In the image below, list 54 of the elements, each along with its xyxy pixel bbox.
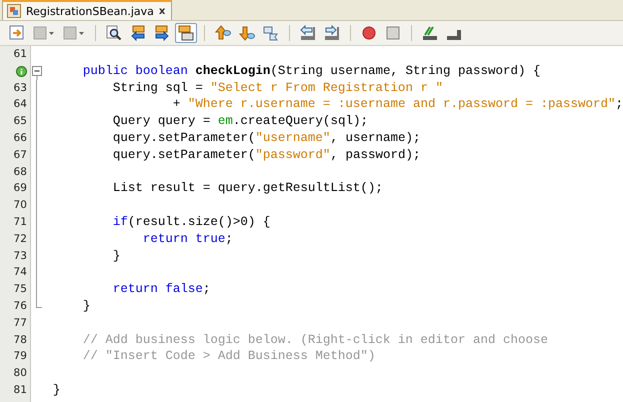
line-number: 78 <box>12 332 28 348</box>
line-number: 76 <box>12 298 28 314</box>
search-icon <box>106 25 122 41</box>
left-arrow-icon <box>130 25 146 41</box>
line-number: 64 <box>12 97 28 112</box>
annotation-icon[interactable] <box>16 66 27 77</box>
shift-left-icon <box>300 25 316 41</box>
java-file-icon <box>7 4 21 18</box>
code-line: query.setParameter("username", username); <box>112 130 422 147</box>
line-number: 73 <box>12 248 28 264</box>
record-icon <box>361 25 377 41</box>
line-number: 79 <box>12 349 28 364</box>
code-line: public boolean checkLogin(String username, String password) { <box>82 62 542 80</box>
code-line: + "Where r.username = :username and r.password = :password"; <box>172 96 623 114</box>
fold-end-line <box>36 298 42 308</box>
line-number: 77 <box>12 316 28 331</box>
line-number: 66 <box>12 130 28 146</box>
code-line: return false; <box>112 281 212 298</box>
code-line: // Add business logic below. (Right-click in editor and choose <box>82 332 549 348</box>
stop-icon <box>385 25 401 41</box>
line-number: 63 <box>12 80 28 96</box>
line-number: 68 <box>12 164 28 180</box>
code-line: } <box>82 298 92 315</box>
toolbar-button[interactable] <box>175 23 197 43</box>
code-line: return true; <box>142 230 234 248</box>
code-line: String sql = "Select r From Registration r " <box>112 80 444 96</box>
line-number: 72 <box>12 232 28 247</box>
code-line: } <box>112 248 122 264</box>
line-number: 80 <box>12 366 28 382</box>
close-button[interactable]: x <box>158 6 166 16</box>
shift-right-icon <box>324 25 340 41</box>
code-line: List result = query.getResultList(); <box>112 180 384 198</box>
code-line: Query query = em.createQuery(sql); <box>112 113 369 130</box>
code-line: // "Insert Code > Add Business Method") <box>82 348 376 366</box>
code-line: query.setParameter("password", password); <box>112 146 422 164</box>
line-number: 81 <box>12 382 28 398</box>
line-number: 70 <box>12 198 28 214</box>
up-arrow-icon <box>215 25 231 41</box>
line-number: 75 <box>12 282 28 298</box>
right-arrow-icon <box>154 25 170 41</box>
line-number: 61 <box>12 47 28 62</box>
code-line: if(result.size()>0) { <box>112 214 272 231</box>
last-edit-icon <box>9 25 25 41</box>
line-number: 67 <box>12 148 28 163</box>
down-arrow-icon <box>239 25 255 41</box>
line-number: 69 <box>12 181 28 196</box>
navigation-dropdown-icon <box>33 25 55 41</box>
code-line: } <box>52 382 62 399</box>
navigation-dropdown-icon <box>63 25 85 41</box>
file-tab[interactable]: RegistrationSBean.java x <box>2 0 172 20</box>
comment-icon <box>422 25 438 41</box>
line-number: 74 <box>12 265 28 280</box>
line-number: 71 <box>12 214 28 230</box>
line-number: 65 <box>12 114 28 130</box>
